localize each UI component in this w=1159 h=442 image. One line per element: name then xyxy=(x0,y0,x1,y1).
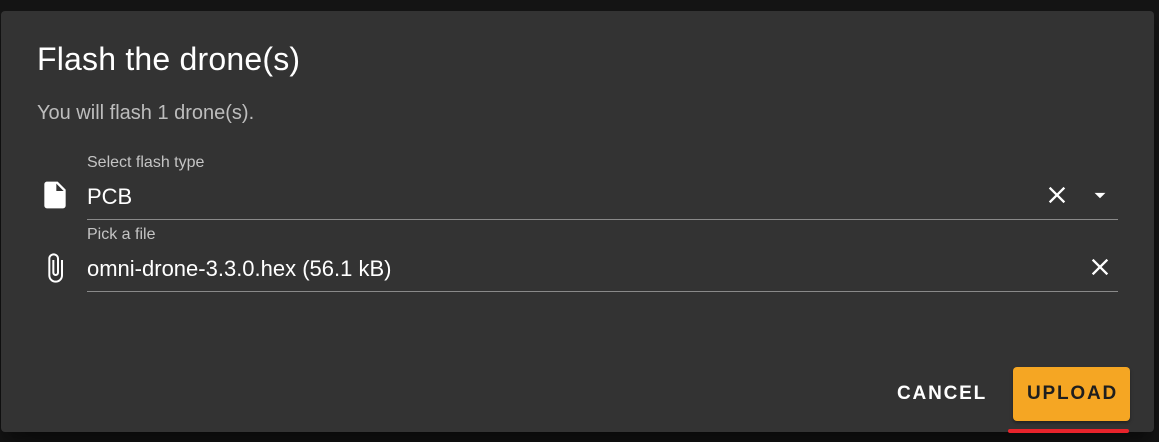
upload-focus-indicator xyxy=(1008,429,1129,433)
flash-type-underline xyxy=(87,219,1118,220)
flash-dialog: Flash the drone(s) You will flash 1 dron… xyxy=(1,11,1154,432)
file-picker-underline xyxy=(87,291,1118,292)
file-picker-label: Pick a file xyxy=(87,226,156,243)
clear-flash-type-icon[interactable] xyxy=(1041,179,1073,211)
flash-type-label: Select flash type xyxy=(87,154,205,171)
clear-file-icon[interactable] xyxy=(1084,251,1116,283)
dialog-actions: CANCEL UPLOAD xyxy=(881,367,1130,421)
dialog-title: Flash the drone(s) xyxy=(37,41,301,77)
cancel-button[interactable]: CANCEL xyxy=(881,367,1003,421)
upload-button[interactable]: UPLOAD xyxy=(1013,367,1130,421)
file-picker[interactable]: Pick a file omni-drone-3.3.0.hex (56.1 k… xyxy=(37,226,1118,298)
caret-down-icon[interactable] xyxy=(1084,179,1116,211)
file-picker-value: omni-drone-3.3.0.hex (56.1 kB) xyxy=(87,256,392,281)
flash-type-select[interactable]: Select flash type PCB xyxy=(37,154,1118,226)
flash-type-value: PCB xyxy=(87,184,133,209)
dialog-subtitle: You will flash 1 drone(s). xyxy=(37,102,255,124)
paperclip-icon xyxy=(39,252,71,284)
file-icon xyxy=(39,179,71,211)
